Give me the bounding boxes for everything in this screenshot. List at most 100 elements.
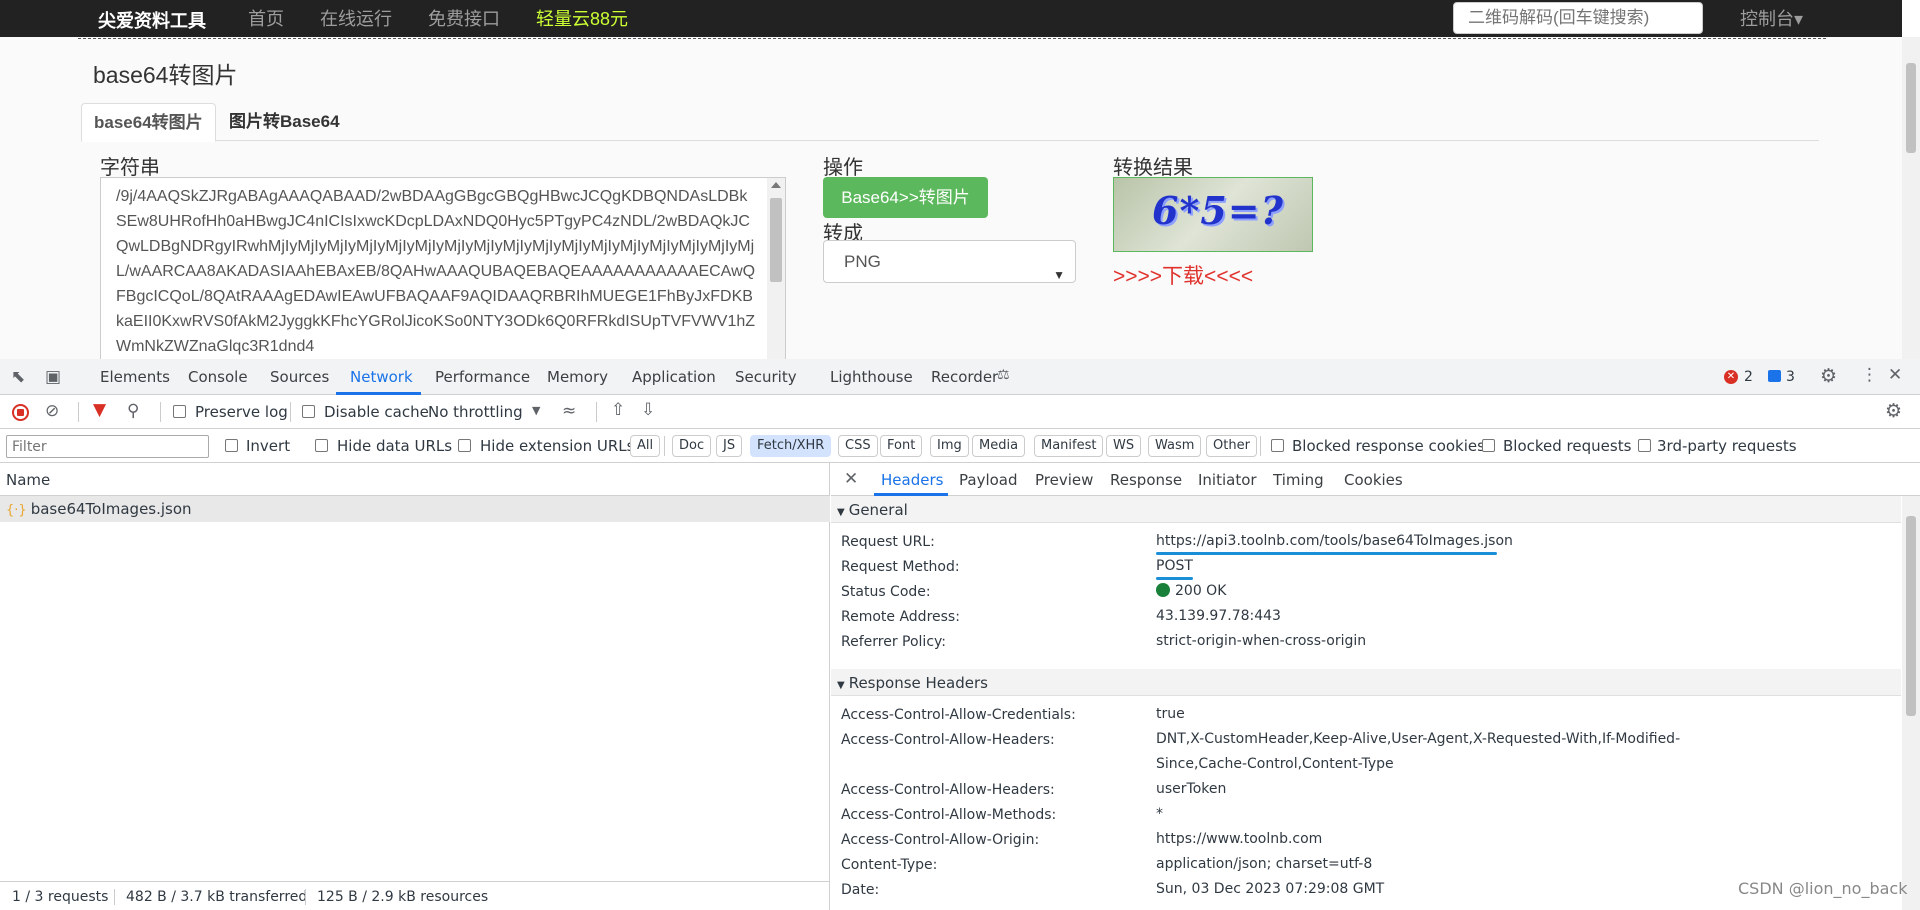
console-dropdown[interactable]: 控制台▾ <box>1740 5 1803 31</box>
import-har-icon[interactable]: ⇧ <box>611 400 625 420</box>
column-header-name[interactable]: Name <box>0 463 830 496</box>
tab-initiator[interactable]: Initiator <box>1198 471 1257 489</box>
page-scrollbar-thumb[interactable] <box>1906 63 1916 153</box>
filter-chip-fetch-xhr[interactable]: Fetch/XHR <box>750 435 832 457</box>
tab-payload[interactable]: Payload <box>959 471 1018 489</box>
tab-sources[interactable]: Sources <box>270 368 329 386</box>
message-count[interactable]: 3 <box>1786 369 1795 385</box>
filter-input[interactable] <box>6 435 209 458</box>
filter-chip-media[interactable]: Media <box>972 435 1026 457</box>
error-icon[interactable]: ✕ <box>1724 370 1738 384</box>
page-scrollbar[interactable] <box>1902 37 1920 396</box>
hide-extension-urls-label[interactable]: Hide extension URLs <box>480 437 634 455</box>
more-options-icon[interactable]: ⋮ <box>1861 365 1878 385</box>
nav-link-home[interactable]: 首页 <box>248 5 284 31</box>
brand-logo[interactable]: 尖爱资料工具 <box>98 7 206 33</box>
throttling-select[interactable]: No throttling <box>428 403 523 421</box>
convert-button[interactable]: Base64>>转图片 <box>823 177 988 218</box>
tab-recorder[interactable]: Recorder <box>931 368 998 386</box>
filter-icon[interactable]: ▼ <box>93 400 106 420</box>
scroll-up-icon[interactable] <box>771 182 781 188</box>
header-value[interactable]: userToken <box>1156 777 1776 802</box>
nav-link-free-api[interactable]: 免费接口 <box>428 5 500 31</box>
tab-performance[interactable]: Performance <box>435 368 530 386</box>
hide-data-urls-checkbox[interactable] <box>315 439 328 452</box>
tab-base64-to-image[interactable]: base64转图片 <box>81 103 216 142</box>
tab-cookies[interactable]: Cookies <box>1344 471 1403 489</box>
stop-recording-icon[interactable] <box>12 404 29 421</box>
status-code-value[interactable]: 200 OK <box>1156 579 1776 604</box>
detail-scrollbar-thumb[interactable] <box>1906 516 1916 716</box>
general-section-header[interactable]: ▼ General <box>831 496 1901 523</box>
export-har-icon[interactable]: ⇩ <box>641 400 655 420</box>
header-value[interactable]: * <box>1156 802 1776 827</box>
hide-extension-urls-checkbox[interactable] <box>458 439 471 452</box>
header-value[interactable]: true <box>1156 702 1776 727</box>
tab-console[interactable]: Console <box>188 368 248 386</box>
nav-link-online-run[interactable]: 在线运行 <box>320 5 392 31</box>
network-conditions-icon[interactable]: ≈ <box>562 401 576 421</box>
filter-chip-doc[interactable]: Doc <box>672 435 712 457</box>
table-row[interactable]: {·} base64ToImages.json <box>0 496 830 522</box>
nav-link-promo[interactable]: 轻量云88元 <box>536 5 628 31</box>
filter-chip-other[interactable]: Other <box>1206 435 1257 457</box>
filter-chip-ws[interactable]: WS <box>1106 435 1142 457</box>
response-headers-section-header[interactable]: ▼ Response Headers <box>831 669 1901 696</box>
device-toolbar-icon[interactable]: ▣ <box>45 367 61 387</box>
tab-memory[interactable]: Memory <box>547 368 608 386</box>
hide-data-urls-label[interactable]: Hide data URLs <box>337 437 452 455</box>
filter-chip-all[interactable]: All <box>630 435 661 457</box>
tab-lighthouse[interactable]: Lighthouse <box>830 368 913 386</box>
blocked-cookies-checkbox[interactable] <box>1271 439 1284 452</box>
blocked-cookies-label[interactable]: Blocked response cookies <box>1292 437 1485 455</box>
textarea-scrollbar[interactable] <box>767 178 785 359</box>
request-method-value[interactable]: POST <box>1156 554 1776 579</box>
third-party-checkbox[interactable] <box>1638 439 1651 452</box>
third-party-label[interactable]: 3rd-party requests <box>1657 437 1797 455</box>
tab-elements[interactable]: Elements <box>100 368 170 386</box>
tab-preview[interactable]: Preview <box>1035 471 1093 489</box>
search-input[interactable] <box>1453 2 1703 34</box>
disable-cache-label[interactable]: Disable cache <box>324 403 429 421</box>
blocked-requests-checkbox[interactable] <box>1482 439 1495 452</box>
search-icon[interactable]: ⚲ <box>127 401 139 421</box>
tab-network[interactable]: Network <box>350 368 413 386</box>
settings-gear-icon[interactable]: ⚙ <box>1820 365 1837 387</box>
inspect-element-icon[interactable]: ⬉ <box>11 367 25 387</box>
close-devtools-icon[interactable]: ✕ <box>1888 365 1902 385</box>
format-select[interactable]: PNG ▼ <box>823 240 1076 283</box>
clear-icon[interactable]: ⊘ <box>45 401 59 421</box>
filter-chip-wasm[interactable]: Wasm <box>1148 435 1202 457</box>
filter-chip-css[interactable]: CSS <box>838 435 878 457</box>
tab-headers[interactable]: Headers <box>881 471 943 489</box>
filter-chip-font[interactable]: Font <box>880 435 923 457</box>
download-link[interactable]: >>>>下载<<<< <box>1113 260 1253 290</box>
textarea-scrollbar-thumb[interactable] <box>770 198 782 282</box>
blocked-requests-label[interactable]: Blocked requests <box>1503 437 1631 455</box>
tab-response[interactable]: Response <box>1110 471 1182 489</box>
preserve-log-checkbox[interactable] <box>173 405 186 418</box>
header-value[interactable]: Sun, 03 Dec 2023 07:29:08 GMT <box>1156 877 1776 902</box>
tab-image-to-base64[interactable]: 图片转Base64 <box>217 103 352 142</box>
tab-timing[interactable]: Timing <box>1273 471 1324 489</box>
base64-textarea[interactable]: /9j/4AAQSkZJRgABAgAAAQABAAD/2wBDAAgGBgcG… <box>100 177 786 359</box>
network-settings-gear-icon[interactable]: ⚙ <box>1885 400 1902 422</box>
throttling-chevron-icon[interactable]: ▼ <box>532 404 540 417</box>
message-icon[interactable] <box>1768 370 1781 382</box>
header-value[interactable]: https://www.toolnb.com <box>1156 827 1776 852</box>
invert-checkbox[interactable] <box>225 439 238 452</box>
preserve-log-label[interactable]: Preserve log <box>195 403 288 421</box>
header-value[interactable]: DNT,X-CustomHeader,Keep-Alive,User-Agent… <box>1156 727 1766 777</box>
request-url-value[interactable]: https://api3.toolnb.com/tools/base64ToIm… <box>1156 529 1776 554</box>
disable-cache-checkbox[interactable] <box>302 405 315 418</box>
referrer-policy-value[interactable]: strict-origin-when-cross-origin <box>1156 629 1776 654</box>
filter-chip-img[interactable]: Img <box>930 435 969 457</box>
error-count[interactable]: 2 <box>1744 369 1753 385</box>
tab-security[interactable]: Security <box>735 368 797 386</box>
filter-chip-manifest[interactable]: Manifest <box>1034 435 1104 457</box>
detail-scrollbar[interactable] <box>1902 496 1920 910</box>
invert-label[interactable]: Invert <box>246 437 290 455</box>
header-value[interactable]: application/json; charset=utf-8 <box>1156 852 1776 877</box>
close-detail-icon[interactable]: ✕ <box>844 469 858 489</box>
filter-chip-js[interactable]: JS <box>716 435 743 457</box>
